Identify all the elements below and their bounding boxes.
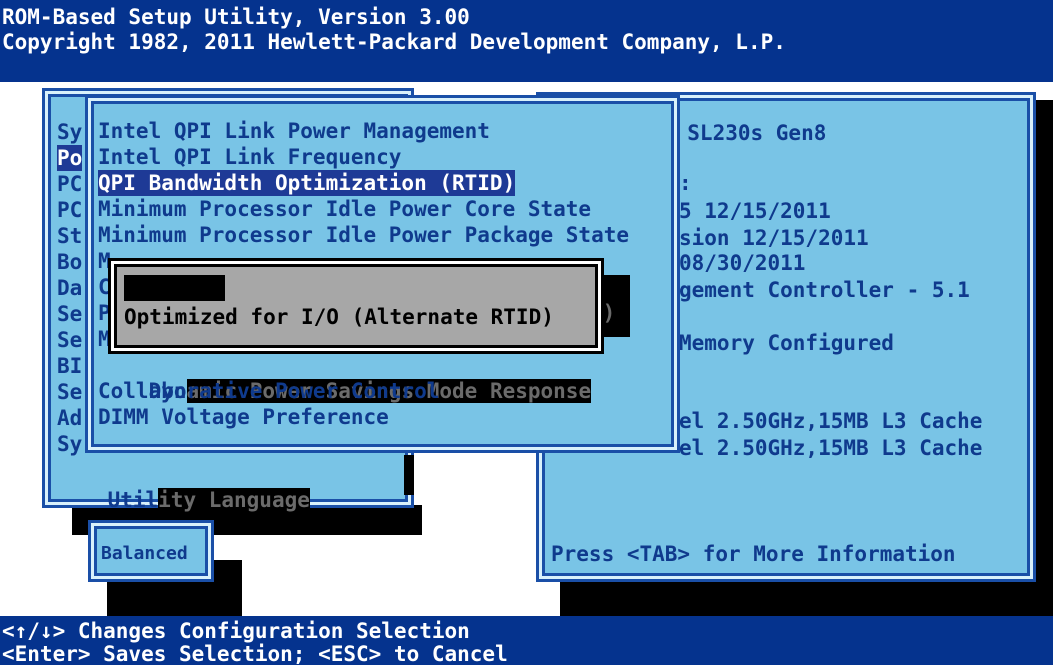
copyright-text: Copyright 1982, 2011 Hewlett-Packard Dev…: [2, 30, 786, 54]
main-menu-item[interactable]: Se: [57, 379, 82, 405]
info-panel-shadow: [560, 580, 1053, 616]
submenu-item[interactable]: Intel QPI Link Power Management: [98, 118, 490, 144]
main-menu-item[interactable]: PC: [57, 197, 82, 223]
submenu-item[interactable]: Collaborative Power Control: [98, 378, 439, 404]
main-menu-item[interactable]: PC: [57, 171, 82, 197]
main-menu-item[interactable]: Bo: [57, 249, 82, 275]
info-panel-shadow-right: [1035, 100, 1053, 585]
info-line: gement Controller - 5.1: [679, 278, 970, 302]
main-menu-item[interactable]: Se: [57, 327, 82, 353]
info-line: Memory Configured: [679, 331, 894, 355]
help-bar: <↑/↓> Changes Configuration Selection <E…: [0, 616, 1053, 666]
title-bar: ROM-Based Setup Utility, Version 3.00 Co…: [0, 0, 1053, 82]
info-line: 08/30/2011: [679, 251, 806, 275]
current-value: Balanced: [101, 543, 188, 564]
main-menu-item[interactable]: Sy: [57, 119, 82, 145]
main-menu-item-selected[interactable]: Po: [57, 145, 83, 171]
submenu-shadow: [404, 455, 414, 495]
info-line: 5 12/15/2011: [679, 199, 831, 223]
info-line: t SL230s Gen8: [662, 121, 827, 145]
main-menu-item[interactable]: Se: [57, 301, 82, 327]
submenu-item[interactable]: Minimum Processor Idle Power Core State: [98, 196, 591, 222]
main-menu-item[interactable]: Ad: [57, 405, 82, 431]
info-line: el 2.50GHz,15MB L3 Cache: [679, 436, 983, 460]
info-line: sion 12/15/2011: [679, 226, 869, 250]
option-balanced[interactable]: Balanced: [124, 275, 226, 301]
submenu-item-selected[interactable]: QPI Bandwidth Optimization (RTID): [98, 170, 516, 196]
current-value-box: Balanced: [88, 520, 214, 582]
submenu-item[interactable]: Intel QPI Link Frequency: [98, 144, 401, 170]
info-line: :: [679, 171, 692, 195]
submenu-item[interactable]: DIMM Voltage Preference: [98, 404, 389, 430]
option-popup: Balanced Optimized for I/O (Alternate RT…: [108, 258, 604, 354]
option-optimized-io[interactable]: Optimized for I/O (Alternate RTID): [124, 304, 554, 330]
tab-hint: Press <TAB> for More Information: [551, 542, 956, 566]
help-line-save: <Enter> Saves Selection; <ESC> to Cancel: [2, 642, 508, 666]
main-menu-item[interactable]: St: [57, 223, 82, 249]
main-menu-item[interactable]: Sy: [57, 431, 82, 457]
main-menu-item[interactable]: Da: [57, 275, 82, 301]
info-line: el 2.50GHz,15MB L3 Cache: [679, 409, 983, 433]
submenu-item[interactable]: Minimum Processor Idle Power Package Sta…: [98, 222, 629, 248]
app-title: ROM-Based Setup Utility, Version 3.00: [2, 5, 470, 29]
main-menu-item[interactable]: BI: [57, 353, 82, 379]
